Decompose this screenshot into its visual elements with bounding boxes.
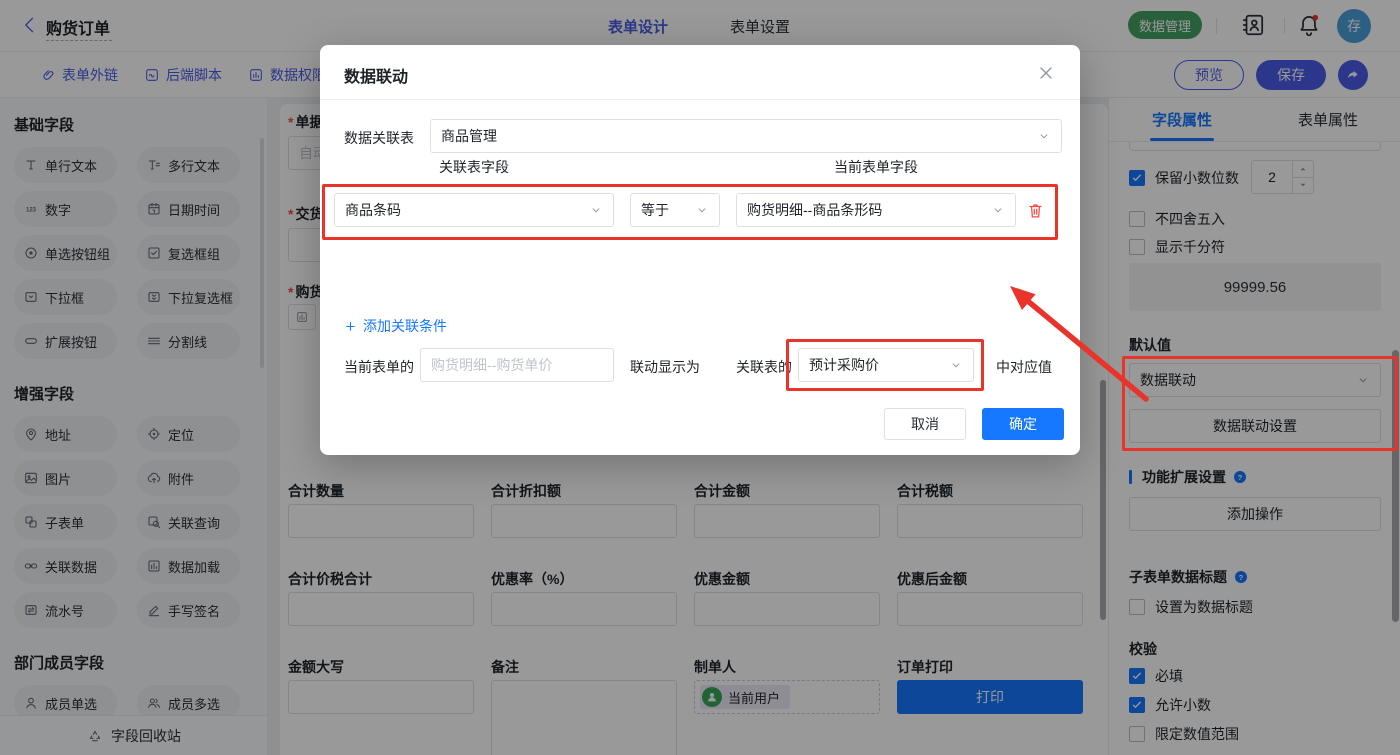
chevron-down-icon bbox=[695, 203, 709, 217]
chevron-down-icon bbox=[991, 203, 1005, 217]
condition-current-field-value: 购货明细--商品条形码 bbox=[747, 202, 883, 218]
add-condition-link[interactable]: 添加关联条件 bbox=[344, 316, 447, 336]
display-as-label: 联动显示为 bbox=[630, 359, 700, 375]
linkage-source-field-value: 预计采购价 bbox=[809, 357, 879, 373]
condition-related-field-select[interactable]: 商品条码 bbox=[334, 193, 614, 227]
modal-divider bbox=[320, 99, 1080, 100]
modal-title: 数据联动 bbox=[344, 69, 409, 86]
related-table-of-label: 关联表的 bbox=[736, 359, 792, 375]
related-table-label: 数据关联表 bbox=[344, 130, 414, 146]
chevron-down-icon bbox=[949, 358, 963, 372]
column-header-related-field: 关联表字段 bbox=[439, 159, 509, 175]
chevron-down-icon bbox=[589, 203, 603, 217]
column-header-current-field: 当前表单字段 bbox=[834, 159, 918, 175]
condition-operator-value: 等于 bbox=[641, 202, 669, 218]
delete-condition-icon[interactable] bbox=[1026, 201, 1045, 220]
linkage-prefix-label: 当前表单的 bbox=[344, 359, 414, 375]
condition-related-field-value: 商品条码 bbox=[345, 202, 401, 218]
condition-operator-select[interactable]: 等于 bbox=[630, 193, 720, 227]
related-table-select[interactable]: 商品管理 bbox=[430, 119, 1062, 153]
add-condition-label: 添加关联条件 bbox=[363, 318, 447, 334]
form-designer-screen: 购货订单 表单设计 表单设置 数据管理 存 表单外链 后端脚本 数据权限 预览 … bbox=[0, 0, 1400, 755]
confirm-button[interactable]: 确定 bbox=[982, 408, 1064, 440]
condition-current-field-select[interactable]: 购货明细--商品条形码 bbox=[736, 193, 1016, 227]
close-icon[interactable] bbox=[1036, 63, 1056, 83]
linkage-current-field-input[interactable]: 购货明细--购货单价 bbox=[420, 348, 614, 382]
linkage-source-field-select[interactable]: 预计采购价 bbox=[798, 348, 974, 382]
corresponding-value-label: 中对应值 bbox=[996, 359, 1052, 375]
data-linkage-modal: 数据联动 数据关联表 商品管理 关联表字段 当前表单字段 商品条码 等于 购货明… bbox=[320, 45, 1080, 455]
plus-icon bbox=[344, 320, 357, 333]
related-table-value: 商品管理 bbox=[441, 128, 497, 144]
cancel-button[interactable]: 取消 bbox=[884, 408, 966, 440]
chevron-down-icon bbox=[1037, 129, 1051, 143]
